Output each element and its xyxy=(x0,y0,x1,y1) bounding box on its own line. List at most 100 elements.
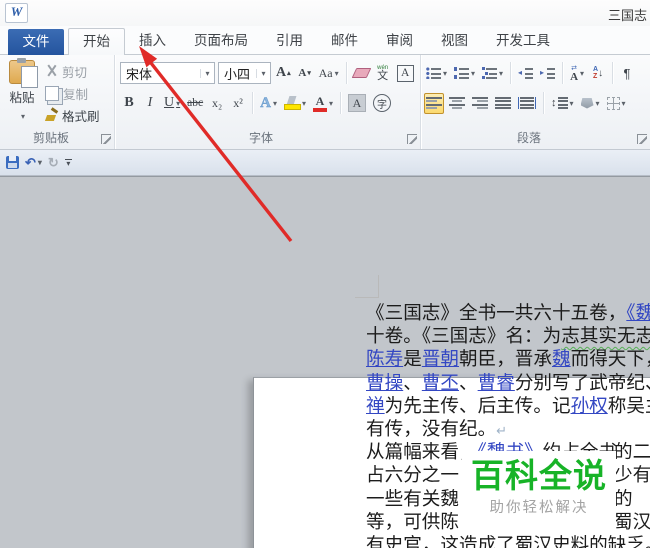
paste-dropdown[interactable] xyxy=(19,106,25,124)
italic-button[interactable]: I xyxy=(141,93,159,114)
ribbon-tab-bar: 文件 开始 插入 页面布局 引用 邮件 审阅 视图 开发工具 xyxy=(0,26,650,55)
superscript-button[interactable]: x² xyxy=(229,93,247,114)
hyperlink[interactable]: 陈寿 xyxy=(366,349,403,370)
hyperlink[interactable]: 曹丕 xyxy=(422,373,459,394)
underline-button[interactable]: U xyxy=(162,93,182,114)
text-effects-button[interactable]: A xyxy=(258,93,279,114)
hyperlink[interactable]: 曹睿 xyxy=(478,373,515,394)
scissors-icon xyxy=(45,65,58,77)
font-name-combobox[interactable]: 宋体 ▾ xyxy=(120,62,215,84)
font-size-combobox[interactable]: 小四 ▾ xyxy=(218,62,271,84)
align-center-icon xyxy=(449,97,465,109)
font-group-label: 字体 xyxy=(248,131,273,145)
text-run: 而得天下， xyxy=(570,349,650,371)
line-spacing-icon: ↕ xyxy=(551,97,568,109)
paragraph-mark: ↵ xyxy=(496,422,508,438)
font-color-button[interactable]: A xyxy=(311,93,335,114)
numbering-button[interactable] xyxy=(452,63,477,84)
paint-bucket-icon xyxy=(580,97,594,109)
hyperlink[interactable]: 禅 xyxy=(366,396,385,417)
group-font: 宋体 ▾ 小四 ▾ A▴ A▾ Aa wén 文 A xyxy=(114,55,421,149)
chevron-down-icon[interactable]: ▾ xyxy=(256,68,270,78)
borders-icon xyxy=(606,96,620,110)
increase-indent-button[interactable] xyxy=(538,63,557,84)
clear-formatting-button[interactable] xyxy=(351,63,371,84)
customize-qat-button[interactable]: ▾ xyxy=(64,159,72,168)
chevron-down-icon[interactable]: ▾ xyxy=(200,68,214,78)
paragraph-dialog-launcher-icon[interactable] xyxy=(637,134,647,144)
tab-视图[interactable]: 视图 xyxy=(427,28,482,55)
tab-审阅[interactable]: 审阅 xyxy=(372,28,427,55)
asian-layout-button[interactable]: ⇄ A xyxy=(568,63,586,84)
grow-font-button[interactable]: A ▴ xyxy=(274,63,293,84)
redo-button[interactable]: ↻ xyxy=(48,155,59,171)
shrink-font-button[interactable]: A ▾ xyxy=(296,63,314,84)
tab-页面布局[interactable]: 页面布局 xyxy=(180,28,262,55)
decrease-indent-button[interactable] xyxy=(516,63,535,84)
tab-file[interactable]: 文件 xyxy=(8,29,64,55)
text-fragment-right: 蜀汉 xyxy=(614,511,650,533)
save-icon xyxy=(6,156,19,169)
line-spacing-button[interactable]: ↕ xyxy=(549,93,576,114)
align-center-button[interactable] xyxy=(447,93,467,114)
text-fragment-right: 的 xyxy=(614,488,633,510)
multilevel-list-button[interactable] xyxy=(480,63,505,84)
tab-开始[interactable]: 开始 xyxy=(68,28,125,55)
highlighter-icon xyxy=(283,96,301,111)
character-border-button[interactable]: A xyxy=(395,63,416,84)
tab-开发工具[interactable]: 开发工具 xyxy=(482,28,564,55)
word-app-icon[interactable]: W xyxy=(5,3,28,23)
format-painter-icon xyxy=(45,109,58,121)
enclose-characters-button[interactable]: 字 xyxy=(371,93,393,114)
phonetic-guide-icon: wén 文 xyxy=(377,64,389,82)
group-clipboard: 粘贴 剪切 复制 格式刷 剪贴板 xyxy=(0,55,115,149)
highlight-color-button[interactable] xyxy=(282,93,308,114)
hyperlink[interactable]: 《魏 xyxy=(626,303,650,324)
hyperlink[interactable]: 曹操 xyxy=(366,373,403,394)
undo-button[interactable]: ↶ xyxy=(25,155,42,171)
phonetic-guide-button[interactable]: wén 文 xyxy=(374,63,392,84)
text-run: 等，可供陈 xyxy=(366,511,459,533)
text-line: 禅为先主传、后主传。记孙权称吴主 xyxy=(366,395,650,418)
align-left-button[interactable] xyxy=(424,92,444,114)
bold-button[interactable]: B xyxy=(120,93,138,114)
tab-邮件[interactable]: 邮件 xyxy=(317,28,372,55)
cut-label: 剪切 xyxy=(62,65,88,80)
font-dialog-launcher-icon[interactable] xyxy=(407,134,417,144)
shading-button[interactable] xyxy=(579,93,602,114)
group-paragraph: ⇄ A AZ ↓ ¶ xyxy=(420,55,650,149)
text-run: 有史官，这造成了蜀汉史料的缺乏。 xyxy=(366,534,650,548)
justify-button[interactable] xyxy=(493,93,513,114)
paste-button[interactable]: 粘贴 xyxy=(4,58,40,124)
bullets-button[interactable] xyxy=(424,63,449,84)
sort-button[interactable]: AZ ↓ xyxy=(589,63,607,84)
watermark-box: 百科全说 助你轻松解决 xyxy=(462,451,616,523)
format-painter-button[interactable]: 格式刷 xyxy=(45,105,100,125)
text-run: 一些有关魏 xyxy=(366,488,459,510)
strikethrough-button[interactable]: abc xyxy=(185,93,205,114)
hyperlink[interactable]: 晋朝 xyxy=(422,349,459,370)
text-fragment-right: 少有 xyxy=(614,465,650,487)
copy-button[interactable]: 复制 xyxy=(45,83,88,103)
character-shading-icon: A xyxy=(348,94,366,112)
subscript-button[interactable]: x₂ xyxy=(208,93,226,114)
watermark-tagline: 助你轻松解决 xyxy=(489,499,589,516)
borders-button[interactable] xyxy=(605,93,628,114)
paragraph-group-label: 段落 xyxy=(516,131,541,145)
hyperlink[interactable]: 魏 xyxy=(552,349,571,370)
change-case-button[interactable]: Aa xyxy=(317,63,341,84)
clipboard-dialog-launcher-icon[interactable] xyxy=(101,134,111,144)
show-hide-marks-button[interactable]: ¶ xyxy=(618,63,636,84)
copy-icon xyxy=(45,85,59,101)
distribute-button[interactable] xyxy=(516,93,538,114)
hyperlink[interactable]: 孙权 xyxy=(571,396,608,417)
align-left-icon xyxy=(426,97,442,109)
cut-button[interactable]: 剪切 xyxy=(45,61,87,81)
clipboard-group-label: 剪贴板 xyxy=(32,131,69,145)
tab-插入[interactable]: 插入 xyxy=(125,28,180,55)
save-button[interactable] xyxy=(6,156,19,169)
tab-引用[interactable]: 引用 xyxy=(262,28,317,55)
text-fragment-right: 的二 xyxy=(614,442,650,464)
character-shading-button[interactable]: A xyxy=(346,93,368,114)
align-right-button[interactable] xyxy=(470,93,490,114)
